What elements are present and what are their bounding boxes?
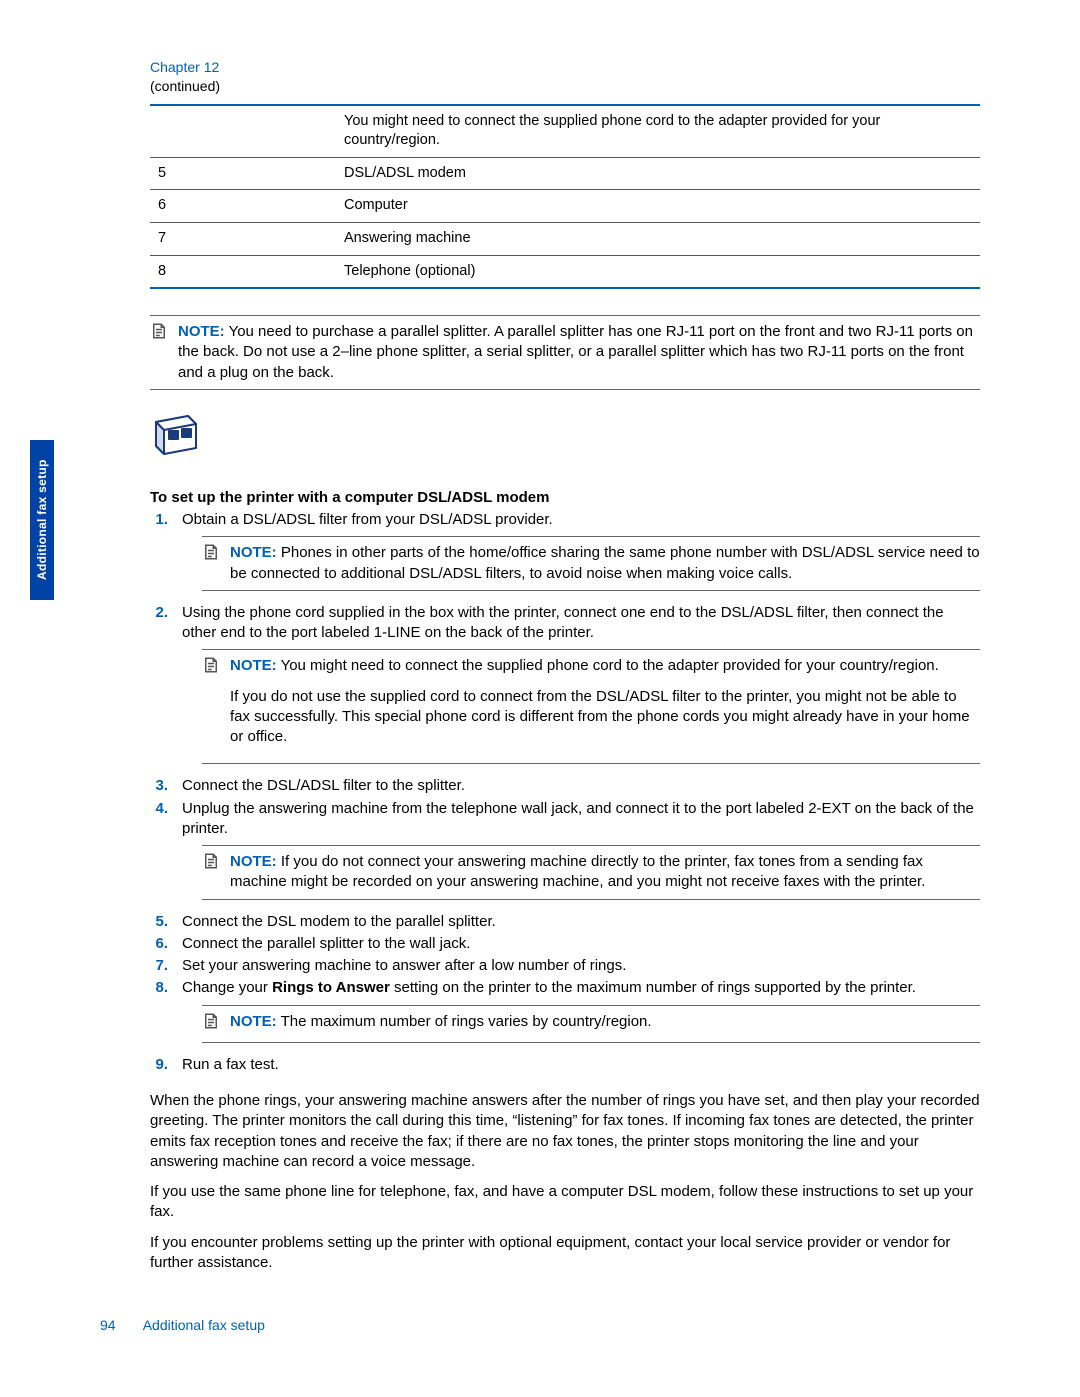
step-item: 4. Unplug the answering machine from the… (150, 799, 980, 910)
table-row: 8Telephone (optional) (150, 255, 980, 288)
note-label: NOTE: (230, 657, 277, 674)
table-cell-desc: DSL/ADSL modem (336, 157, 980, 190)
step-text: Unplug the answering machine from the te… (182, 799, 980, 840)
step-item: 6. Connect the parallel splitter to the … (150, 934, 980, 954)
table-cell-desc: You might need to connect the supplied p… (336, 105, 980, 158)
note-icon (202, 852, 220, 893)
step-number: 6. (150, 934, 168, 954)
note-body: You might need to connect the supplied p… (281, 657, 939, 674)
note-block: NOTE: If you do not connect your answeri… (202, 845, 980, 900)
table-cell-desc: Answering machine (336, 223, 980, 256)
note-icon (202, 1012, 220, 1036)
section-heading: To set up the printer with a computer DS… (150, 488, 980, 508)
table-cell-num: 5 (150, 157, 336, 190)
step-item: 3. Connect the DSL/ADSL filter to the sp… (150, 776, 980, 796)
page-footer: 94 Additional fax setup (100, 1316, 265, 1335)
page-number: 94 (100, 1317, 116, 1333)
table-row: You might need to connect the supplied p… (150, 105, 980, 158)
step-text: Change your Rings to Answer setting on t… (182, 978, 980, 998)
note-label: NOTE: (230, 1013, 277, 1030)
step-number: 7. (150, 956, 168, 976)
note-body: You need to purchase a parallel splitter… (178, 323, 973, 381)
table-cell-num (150, 105, 336, 158)
note-icon (202, 656, 220, 757)
table-cell-desc: Computer (336, 190, 980, 223)
step-text: Run a fax test. (182, 1055, 980, 1075)
table-row: 5DSL/ADSL modem (150, 157, 980, 190)
step-text: Connect the DSL modem to the parallel sp… (182, 912, 980, 932)
footer-title: Additional fax setup (143, 1317, 265, 1333)
step-item: 5. Connect the DSL modem to the parallel… (150, 912, 980, 932)
steps-list: 1. Obtain a DSL/ADSL filter from your DS… (150, 510, 980, 1075)
side-tab: Additional fax setup (30, 440, 54, 600)
step-number: 4. (150, 799, 168, 910)
note-block: NOTE: Phones in other parts of the home/… (202, 536, 980, 591)
step-item: 9. Run a fax test. (150, 1055, 980, 1075)
table-cell-num: 8 (150, 255, 336, 288)
note-label: NOTE: (230, 544, 277, 561)
note-block: NOTE: The maximum number of rings varies… (202, 1005, 980, 1043)
note-block: NOTE: You need to purchase a parallel sp… (150, 315, 980, 390)
table-cell-desc: Telephone (optional) (336, 255, 980, 288)
note-body: If you do not connect your answering mac… (230, 853, 925, 890)
note-block: NOTE: You might need to connect the supp… (202, 649, 980, 764)
step-item: 8. Change your Rings to Answer setting o… (150, 978, 980, 1053)
step-number: 8. (150, 978, 168, 1053)
step-number: 2. (150, 603, 168, 775)
table-cell-num: 7 (150, 223, 336, 256)
step-text: Connect the DSL/ADSL filter to the split… (182, 776, 980, 796)
table-cell-num: 6 (150, 190, 336, 223)
note-extra: If you do not use the supplied cord to c… (230, 687, 980, 748)
legend-table: You might need to connect the supplied p… (150, 104, 980, 289)
step-text: Connect the parallel splitter to the wal… (182, 934, 980, 954)
step-text: Using the phone cord supplied in the box… (182, 603, 980, 644)
paragraph: When the phone rings, your answering mac… (150, 1091, 980, 1172)
note-label: NOTE: (230, 853, 277, 870)
step-number: 5. (150, 912, 168, 932)
note-text: NOTE: You need to purchase a parallel sp… (178, 322, 980, 383)
note-icon (202, 543, 220, 584)
note-body: Phones in other parts of the home/office… (230, 544, 980, 581)
step-number: 3. (150, 776, 168, 796)
chapter-label: Chapter 12 (150, 58, 980, 77)
continued-label: (continued) (150, 77, 980, 96)
step-item: 7. Set your answering machine to answer … (150, 956, 980, 976)
note-body: The maximum number of rings varies by co… (281, 1013, 652, 1030)
note-icon (150, 322, 168, 383)
table-row: 7Answering machine (150, 223, 980, 256)
step-number: 9. (150, 1055, 168, 1075)
table-row: 6Computer (150, 190, 980, 223)
splitter-illustration (150, 414, 980, 458)
note-label: NOTE: (178, 323, 225, 340)
paragraph: If you encounter problems setting up the… (150, 1233, 980, 1274)
step-text: Obtain a DSL/ADSL filter from your DSL/A… (182, 510, 980, 530)
step-number: 1. (150, 510, 168, 601)
step-item: 1. Obtain a DSL/ADSL filter from your DS… (150, 510, 980, 601)
step-text: Set your answering machine to answer aft… (182, 956, 980, 976)
step-item: 2. Using the phone cord supplied in the … (150, 603, 980, 775)
paragraph: If you use the same phone line for telep… (150, 1182, 980, 1223)
